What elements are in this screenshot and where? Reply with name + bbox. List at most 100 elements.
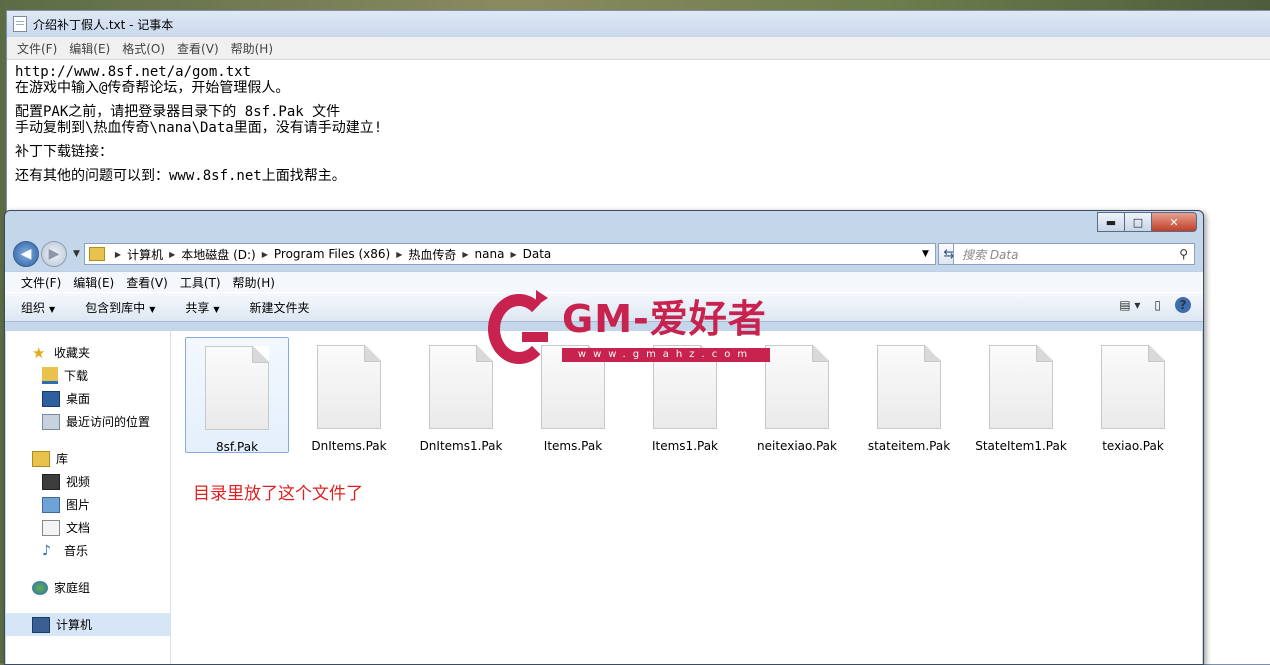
recent-places-icon <box>42 413 60 430</box>
text-line: 在游戏中输入@传奇帮论坛，开始管理假人。 <box>15 80 290 96</box>
minimize-button[interactable]: ▬ <box>1097 212 1125 232</box>
homegroup-icon <box>32 580 48 595</box>
logo-g-bar <box>522 332 548 342</box>
search-icon[interactable]: ⚲ <box>1179 247 1188 261</box>
address-bar[interactable]: ▶ 计算机 ▶ 本地磁盘 (D:) ▶ Program Files (x86) … <box>83 243 936 265</box>
chevron-right-icon[interactable]: ▶ <box>169 250 175 259</box>
nav-computer[interactable]: 计算机 <box>6 613 170 636</box>
file-item[interactable]: DnItems.Pak <box>297 337 401 453</box>
nav-desktop-label: 桌面 <box>66 392 91 406</box>
chevron-right-icon[interactable]: ▶ <box>115 250 121 259</box>
text-line <box>15 136 1263 144</box>
nav-downloads[interactable]: 下载 <box>6 364 170 387</box>
file-name: stateitem.Pak <box>867 439 951 453</box>
share-button[interactable]: 共享 ▼ <box>185 299 219 316</box>
nav-desktop[interactable]: 桌面 <box>6 387 170 410</box>
notepad-menubar: 文件(F) 编辑(E) 格式(O) 查看(V) 帮助(H) <box>7 37 1270 60</box>
desktop-icon <box>42 390 60 407</box>
nav-documents[interactable]: 文档 <box>6 516 170 539</box>
file-item[interactable]: 8sf.Pak <box>185 337 289 454</box>
notepad-title: 介绍补丁假人.txt - 记事本 <box>33 17 174 32</box>
file-icon <box>989 345 1053 429</box>
file-name: DnItems1.Pak <box>419 439 503 453</box>
nav-recent-places[interactable]: 最近访问的位置 <box>6 410 170 433</box>
notepad-menu-view[interactable]: 查看(V) <box>171 40 225 57</box>
include-library-label: 包含到库中 <box>85 300 146 315</box>
notepad-menu-file[interactable]: 文件(F) <box>11 40 63 57</box>
change-view-icon[interactable]: ▤ ▾ <box>1119 298 1140 312</box>
chevron-right-icon[interactable]: ▶ <box>262 250 268 259</box>
logo-url: www.gmahz.com <box>562 348 770 362</box>
menu-view[interactable]: 查看(V) <box>120 274 174 291</box>
notepad-menu-help[interactable]: 帮助(H) <box>225 40 279 57</box>
video-icon <box>42 473 60 490</box>
search-input[interactable]: 搜索 Data ⚲ <box>953 243 1195 265</box>
chevron-right-icon[interactable]: ▶ <box>462 250 468 259</box>
text-line: 配置PAK之前，请把登录器目录下的 8sf.Pak 文件 <box>15 104 341 120</box>
nav-music[interactable]: ♪ 音乐 <box>6 539 170 562</box>
file-item[interactable]: stateitem.Pak <box>857 337 961 453</box>
notepad-menu-format[interactable]: 格式(O) <box>116 40 171 57</box>
file-item[interactable]: texiao.Pak <box>1081 337 1185 453</box>
arrow-left-icon: ◀ <box>20 246 32 262</box>
nav-pictures[interactable]: 图片 <box>6 493 170 516</box>
nav-libraries[interactable]: 库 <box>6 447 170 470</box>
menu-edit[interactable]: 编辑(E) <box>67 274 120 291</box>
computer-icon <box>32 616 50 633</box>
notepad-text-area[interactable]: http://www.8sf.net/a/gom.txt 在游戏中输入@传奇帮论坛… <box>7 60 1270 188</box>
new-folder-button[interactable]: 新建文件夹 <box>250 299 310 316</box>
menu-help[interactable]: 帮助(H) <box>227 274 281 291</box>
watermark-logo: GM-爱好者 www.gmahz.com <box>488 290 778 372</box>
help-icon[interactable]: ? <box>1175 297 1191 313</box>
logo-text: GM-爱好者 <box>562 297 767 341</box>
notepad-menu-edit[interactable]: 编辑(E) <box>63 40 116 57</box>
share-label: 共享 <box>185 300 210 315</box>
nav-homegroup[interactable]: 家庭组 <box>6 576 170 599</box>
downloads-icon <box>42 367 58 384</box>
close-button[interactable]: ✕ <box>1151 212 1197 232</box>
file-name: StateItem1.Pak <box>975 439 1067 453</box>
menu-tools[interactable]: 工具(T) <box>174 274 227 291</box>
preview-pane-icon[interactable]: ▯ <box>1154 298 1161 312</box>
address-dropdown[interactable]: ▼ <box>916 249 935 259</box>
nav-favorites[interactable]: ★ 收藏夹 <box>6 341 170 364</box>
text-line: 手动复制到\热血传奇\nana\Data里面，没有请手动建立! <box>15 120 383 136</box>
file-item[interactable]: StateItem1.Pak <box>969 337 1073 453</box>
explorer-window: ▬ □ ✕ ◀ ▶ ▼ ▶ 计算机 ▶ 本地磁盘 (D:) ▶ Program … <box>4 210 1204 665</box>
logo-arrow-icon <box>536 290 548 306</box>
organize-label: 组织 <box>21 300 46 315</box>
arrow-right-icon: ▶ <box>48 246 60 262</box>
window-controls: ▬ □ ✕ <box>1097 212 1197 232</box>
nav-favorites-label: 收藏夹 <box>54 346 91 360</box>
breadcrumb-nana[interactable]: nana <box>475 247 505 261</box>
breadcrumb-local-disk[interactable]: 本地磁盘 (D:) <box>181 246 255 263</box>
recent-pages-dropdown[interactable]: ▼ <box>73 249 80 259</box>
breadcrumb-program-files[interactable]: Program Files (x86) <box>274 247 390 261</box>
nav-recent-places-label: 最近访问的位置 <box>66 415 151 429</box>
nav-libraries-label: 库 <box>56 452 69 466</box>
breadcrumb-computer[interactable]: 计算机 <box>127 246 163 263</box>
organize-button[interactable]: 组织 ▼ <box>21 299 55 316</box>
maximize-button[interactable]: □ <box>1124 212 1152 232</box>
nav-computer-label: 计算机 <box>56 618 93 632</box>
chevron-right-icon[interactable]: ▶ <box>510 250 516 259</box>
file-name: Items1.Pak <box>651 439 719 453</box>
nav-videos[interactable]: 视频 <box>6 470 170 493</box>
chevron-right-icon[interactable]: ▶ <box>396 250 402 259</box>
include-library-button[interactable]: 包含到库中 ▼ <box>85 299 155 316</box>
text-line <box>15 160 1263 168</box>
menu-file[interactable]: 文件(F) <box>15 274 67 291</box>
text-line: http://www.8sf.net/a/gom.txt <box>15 64 252 80</box>
back-button[interactable]: ◀ <box>13 241 39 267</box>
nav-downloads-label: 下载 <box>64 369 89 383</box>
explorer-body: ★ 收藏夹 下载 桌面 最近访问的位置 库 视频 图片 文档 ♪ 音乐 家庭组 … <box>6 331 1202 664</box>
search-placeholder: 搜索 Data <box>962 247 1019 262</box>
library-icon <box>32 450 50 467</box>
breadcrumb-game[interactable]: 热血传奇 <box>408 246 456 263</box>
chevron-down-icon: ▼ <box>49 304 56 314</box>
breadcrumb-data[interactable]: Data <box>523 247 552 261</box>
forward-button[interactable]: ▶ <box>41 241 67 267</box>
